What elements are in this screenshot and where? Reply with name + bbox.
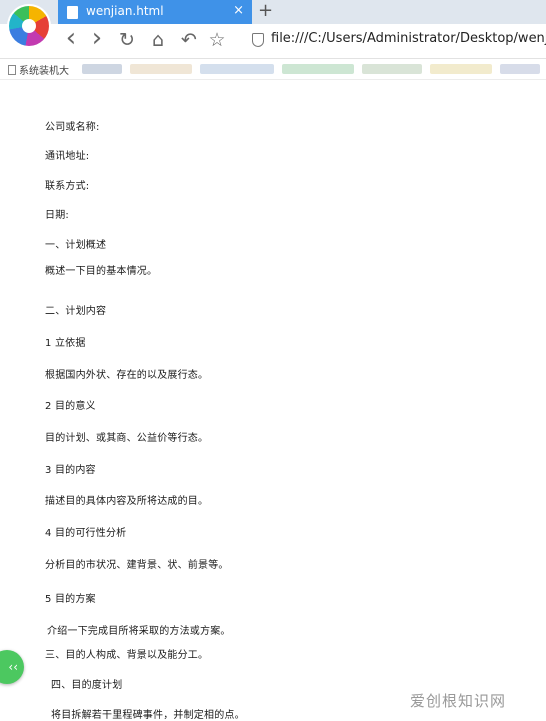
new-tab-button[interactable]: + <box>258 1 273 21</box>
doc-paragraph: 介绍一下完成目所将采取的方法或方案。 <box>47 626 231 637</box>
blurred-bookmark[interactable] <box>500 64 540 74</box>
document-icon <box>67 6 78 19</box>
shield-icon <box>252 33 264 47</box>
page-icon <box>8 65 16 75</box>
bookmarks-bar: 系统装机大 <box>0 59 546 80</box>
tab-wenjian[interactable]: wenjian.html × <box>58 0 252 25</box>
doc-heading: 三、目的人构成、背景以及能分工。 <box>45 650 209 661</box>
doc-line-contact: 联系方式: <box>45 181 90 192</box>
blurred-bookmark[interactable] <box>200 64 274 74</box>
browser-logo-icon[interactable] <box>9 6 49 46</box>
doc-subheading: 4 目的可行性分析 <box>45 528 127 539</box>
blurred-bookmark[interactable] <box>430 64 492 74</box>
doc-paragraph: 概述一下目的基本情况。 <box>45 266 158 277</box>
blurred-bookmark[interactable] <box>82 64 122 74</box>
reload-button[interactable]: ↻ <box>116 29 138 51</box>
bookmark-star-button[interactable]: ☆ <box>206 29 228 51</box>
doc-line-company: 公司或名称: <box>45 122 100 133</box>
doc-paragraph: 将目拆解若干里程碑事件，并制定相的点。 <box>51 710 245 721</box>
watermark: 爱创根知识网 <box>410 692 507 710</box>
home-button[interactable]: ⌂ <box>147 29 169 51</box>
back-button[interactable]: ‹ <box>60 25 82 51</box>
doc-subheading: 5 目的方案 <box>45 594 96 605</box>
title-bar: wenjian.html × + <box>0 0 546 46</box>
doc-heading: 二、计划内容 <box>45 306 107 317</box>
address-bar[interactable]: file:///C:/Users/Administrator/Desktop/w… <box>244 29 546 53</box>
doc-paragraph: 描述目的具体内容及所将达成的目。 <box>45 496 209 507</box>
doc-heading: 一、计划概述 <box>45 240 107 251</box>
doc-line-date: 日期: <box>45 210 69 221</box>
browser-toolbar: ‹ › ↻ ⌂ ↶ ☆ file:///C:/Users/Administrat… <box>0 24 546 59</box>
close-tab-icon[interactable]: × <box>233 3 244 18</box>
doc-line-address: 通讯地址: <box>45 151 90 162</box>
doc-paragraph: 根据国内外状、存在的以及展行态。 <box>45 370 209 381</box>
blurred-bookmark[interactable] <box>130 64 192 74</box>
bookmark-item[interactable]: 系统装机大 <box>8 62 69 77</box>
forward-button[interactable]: › <box>86 25 108 51</box>
undo-button[interactable]: ↶ <box>178 29 200 51</box>
blurred-bookmark[interactable] <box>362 64 422 74</box>
page-content: 公司或名称: 通讯地址: 联系方式: 日期: 一、计划概述 概述一下目的基本情况… <box>0 80 546 721</box>
tab-title: wenjian.html <box>86 4 164 18</box>
doc-paragraph: 目的计划、或其商、公益价等行态。 <box>45 433 209 444</box>
doc-subheading: 1 立依据 <box>45 338 86 349</box>
blurred-bookmark[interactable] <box>282 64 354 74</box>
doc-subheading: 3 目的内容 <box>45 465 96 476</box>
url-text[interactable]: file:///C:/Users/Administrator/Desktop/w… <box>271 31 546 46</box>
doc-heading: 四、目的度计划 <box>51 680 123 691</box>
doc-subheading: 2 目的意义 <box>45 401 96 412</box>
doc-paragraph: 分析目的市状况、建背景、状、前景等。 <box>45 560 229 571</box>
